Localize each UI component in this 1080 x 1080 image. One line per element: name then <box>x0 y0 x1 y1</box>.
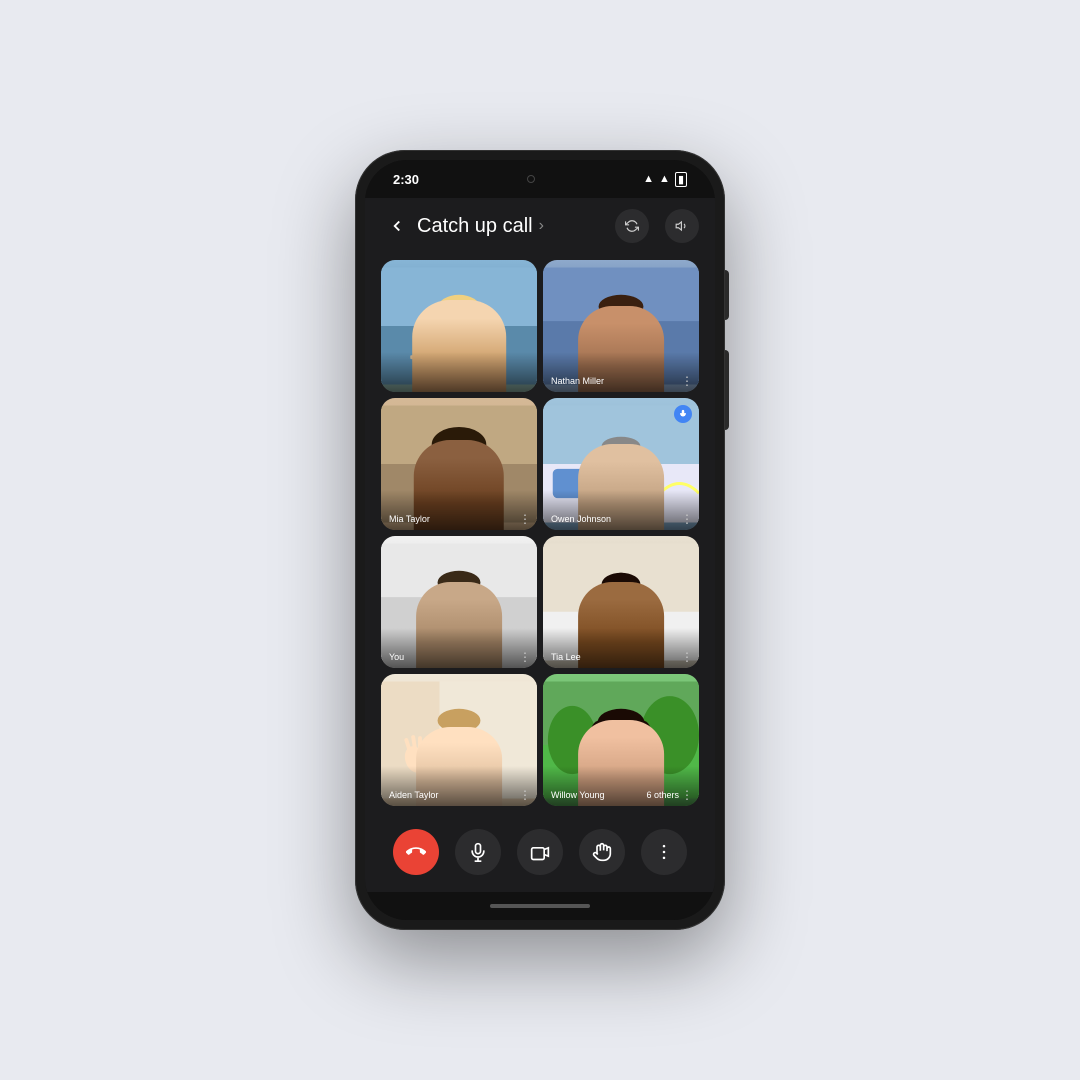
participant-name-7: Aiden Taylor <box>389 790 438 800</box>
bottom-controls <box>365 812 715 892</box>
camera-button[interactable] <box>517 829 563 875</box>
status-icons: ▲ ▲ ▮ <box>643 172 687 187</box>
participant-more-8[interactable]: ⋮ <box>681 788 693 802</box>
participant-more-6[interactable]: ⋮ <box>681 650 693 664</box>
call-title-wrap: Catch up call › <box>417 215 615 238</box>
video-grid: Nathan Miller ⋮ <box>365 254 715 812</box>
phone-device: 2:30 ▲ ▲ ▮ Catch up call › <box>355 150 725 930</box>
top-bar: Catch up call › <box>365 198 715 254</box>
status-time: 2:30 <box>393 172 419 187</box>
top-actions <box>615 209 699 243</box>
participant-name-8: Willow Young <box>551 790 605 800</box>
participant-tile-1[interactable] <box>381 260 537 392</box>
participant-tile-2[interactable]: Nathan Miller ⋮ <box>543 260 699 392</box>
status-bar: 2:30 ▲ ▲ ▮ <box>365 160 715 198</box>
participant-tile-8[interactable]: Willow Young 6 others ⋮ <box>543 674 699 806</box>
battery-icon: ▮ <box>675 172 687 187</box>
rotate-camera-button[interactable] <box>615 209 649 243</box>
participant-more-3[interactable]: ⋮ <box>519 512 531 526</box>
participant-name-3: Mia Taylor <box>389 514 430 524</box>
tile-gradient-1 <box>381 352 537 392</box>
tile-gradient-3 <box>381 490 537 530</box>
participant-tile-4[interactable]: Owen Johnson ⋮ <box>543 398 699 530</box>
participant-tile-5[interactable]: You ⋮ <box>381 536 537 668</box>
tile-gradient-4 <box>543 490 699 530</box>
audio-output-button[interactable] <box>665 209 699 243</box>
participant-more-5[interactable]: ⋮ <box>519 650 531 664</box>
end-call-button[interactable] <box>393 829 439 875</box>
participant-more-2[interactable]: ⋮ <box>681 374 693 388</box>
participant-name-6: Tia Lee <box>551 652 581 662</box>
participant-tile-6[interactable]: Tia Lee ⋮ <box>543 536 699 668</box>
raise-hand-button[interactable] <box>579 829 625 875</box>
tile-gradient-8 <box>543 766 699 806</box>
signal-icon: ▲ <box>659 173 670 185</box>
call-title: Catch up call <box>417 215 533 238</box>
chevron-right-icon: › <box>539 217 544 235</box>
audio-badge-4 <box>674 405 692 423</box>
participant-more-4[interactable]: ⋮ <box>681 512 693 526</box>
participant-more-7[interactable]: ⋮ <box>519 788 531 802</box>
tile-gradient-7 <box>381 766 537 806</box>
participant-name-4: Owen Johnson <box>551 514 611 524</box>
participant-tile-3[interactable]: Mia Taylor ⋮ <box>381 398 537 530</box>
wifi-icon: ▲ <box>643 173 654 185</box>
others-count-badge[interactable]: 6 others <box>646 790 679 800</box>
tile-gradient-2 <box>543 352 699 392</box>
back-button[interactable] <box>381 210 413 242</box>
tile-gradient-6 <box>543 628 699 668</box>
home-indicator <box>365 892 715 920</box>
more-options-button[interactable] <box>641 829 687 875</box>
camera-dot-icon <box>527 175 535 183</box>
participant-name-5: You <box>389 652 404 662</box>
participant-name-2: Nathan Miller <box>551 376 604 386</box>
home-bar <box>490 904 590 908</box>
tile-gradient-5 <box>381 628 537 668</box>
phone-screen: 2:30 ▲ ▲ ▮ Catch up call › <box>365 160 715 920</box>
participant-tile-7[interactable]: Aiden Taylor ⋮ <box>381 674 537 806</box>
app-content: Catch up call › <box>365 198 715 892</box>
mute-button[interactable] <box>455 829 501 875</box>
